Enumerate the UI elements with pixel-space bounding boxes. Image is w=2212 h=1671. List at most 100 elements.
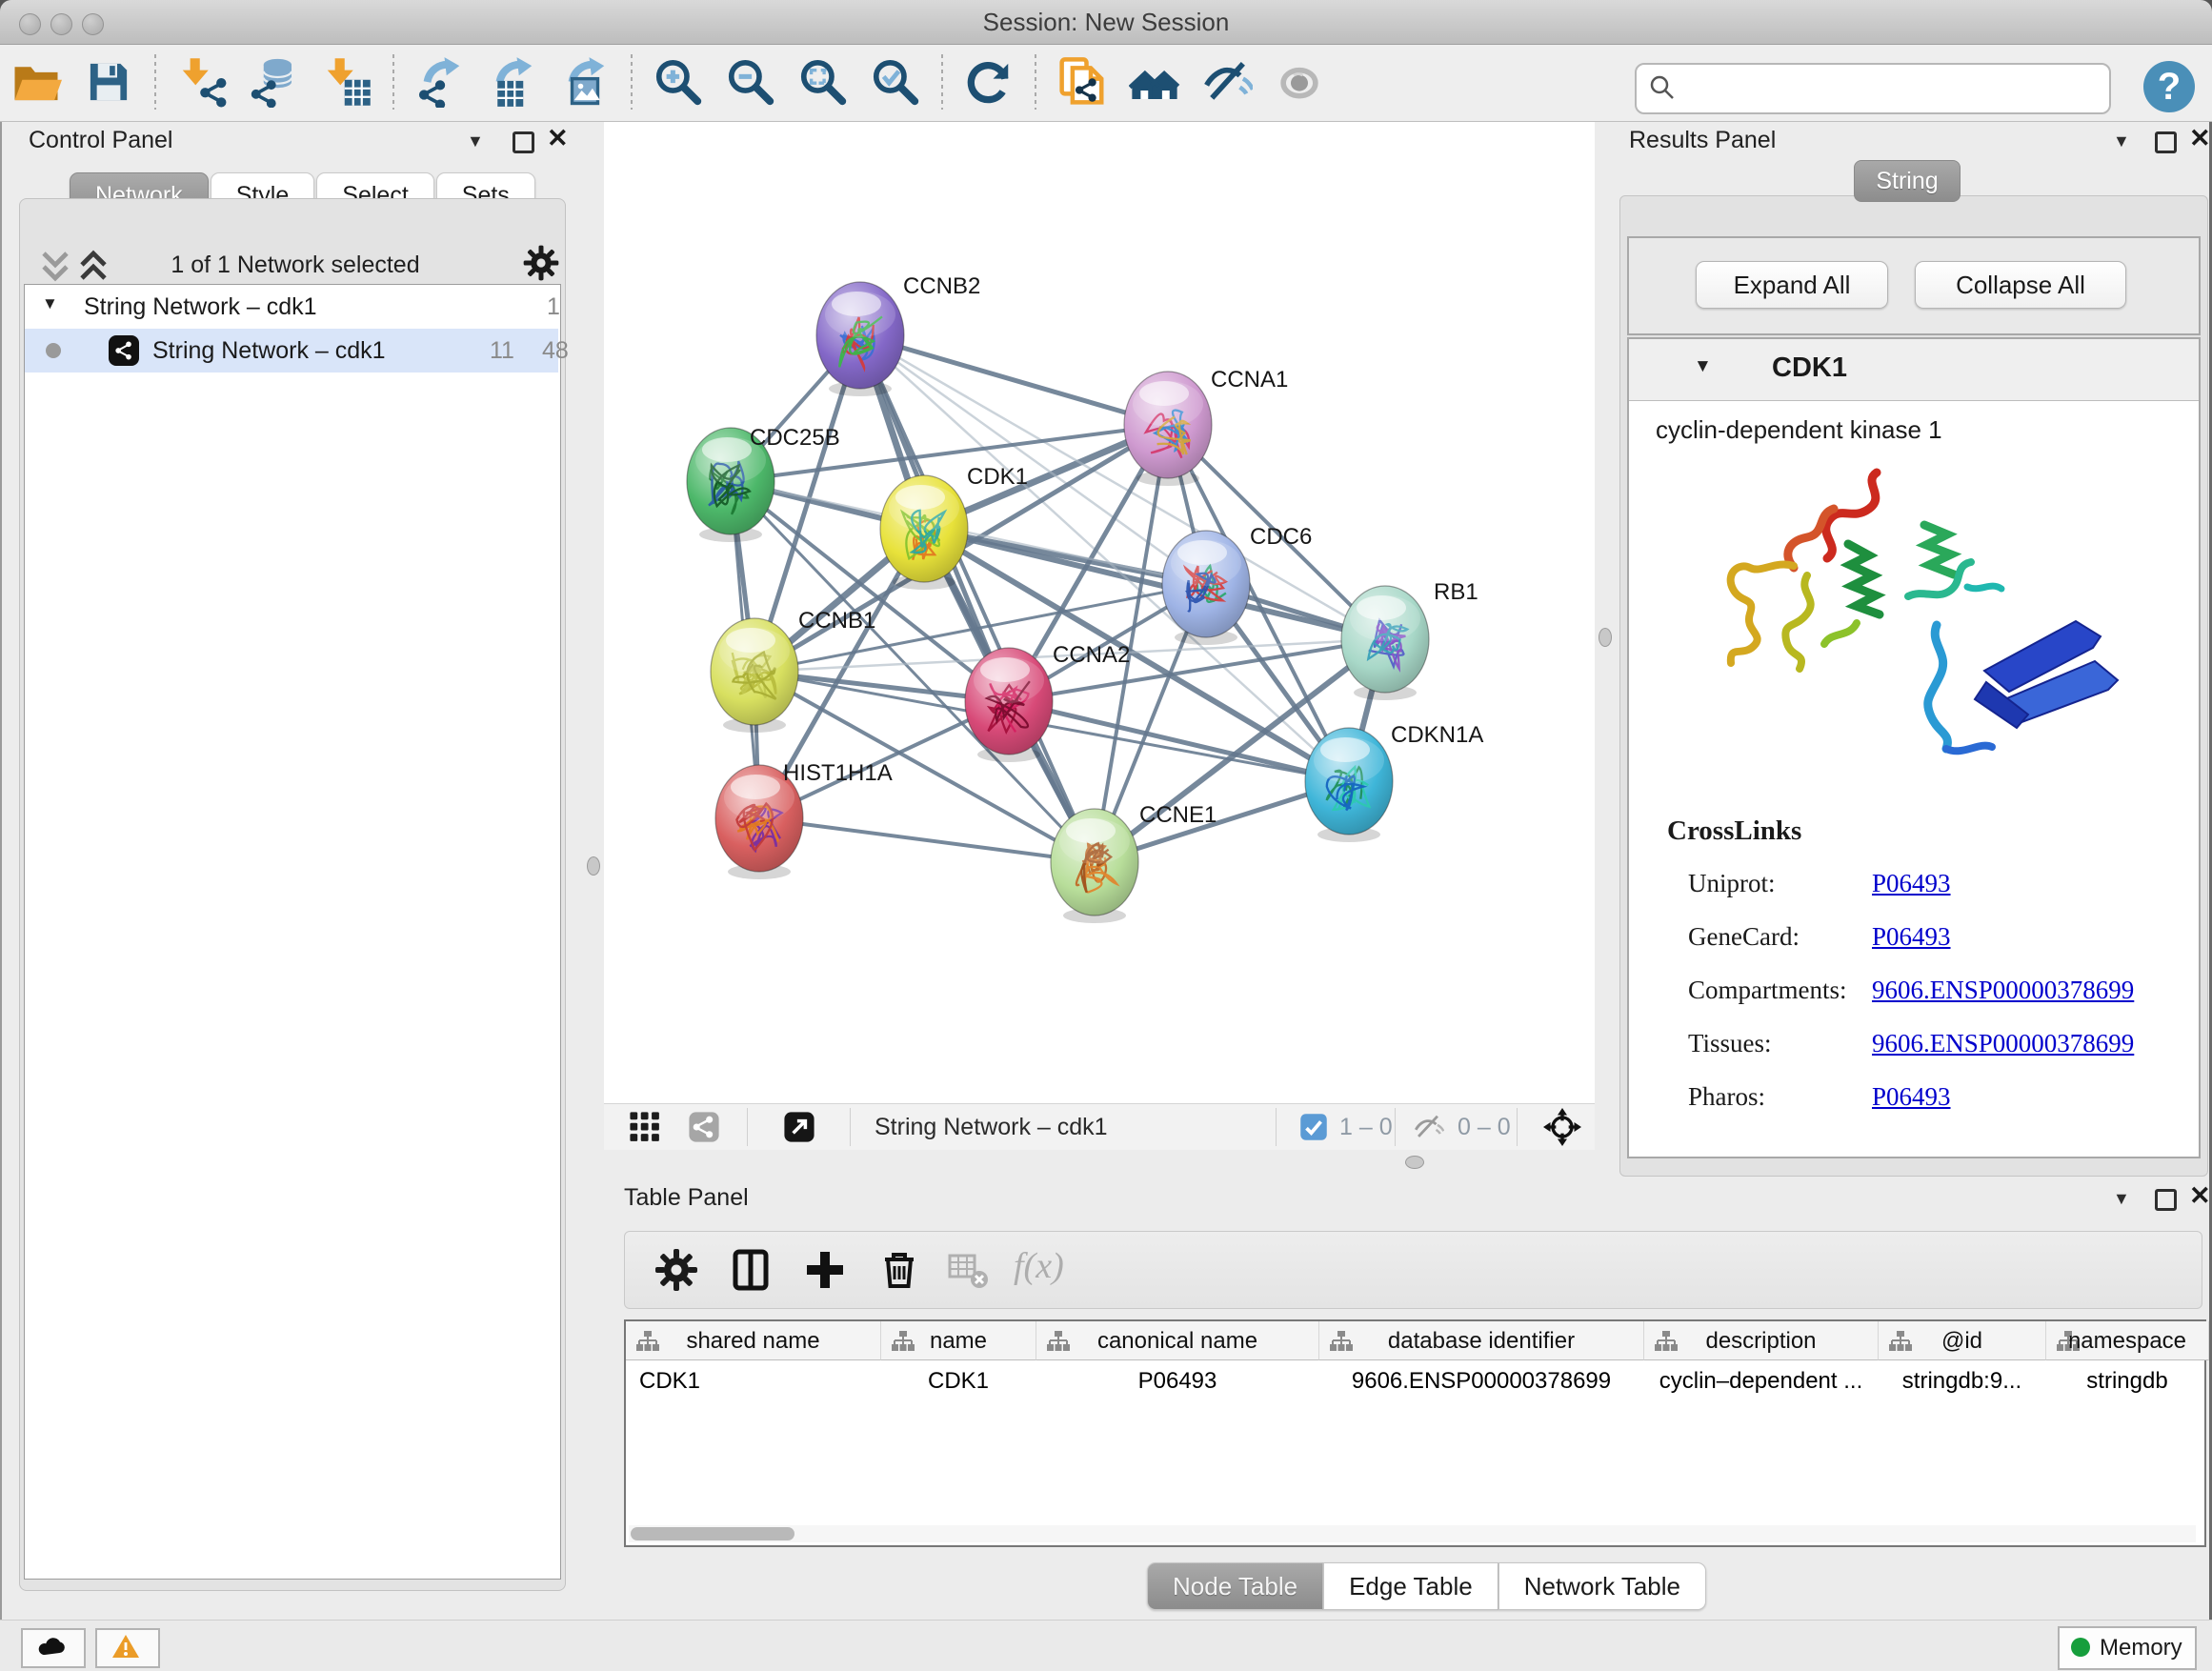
edge-ccnb2-ccna1[interactable] — [860, 335, 1168, 425]
clone-network-button[interactable] — [1051, 50, 1114, 113]
node-ccne1[interactable]: CCNE1 — [1051, 802, 1217, 923]
crosslink-link-0[interactable]: P06493 — [1872, 869, 1951, 898]
zoom-in-button[interactable] — [647, 50, 710, 113]
crosslink-link-4[interactable]: P06493 — [1872, 1082, 1951, 1112]
node-cdc25b[interactable]: CDC25B — [687, 425, 840, 542]
highlight-eye-button[interactable] — [1268, 50, 1331, 113]
node-ccna2[interactable]: CCNA2 — [965, 642, 1130, 762]
network-view-toolbar: String Network – cdk1 1 – 0 0 – 0 — [604, 1103, 1595, 1150]
function-builder-icon[interactable]: f(x) — [1014, 1245, 1064, 1287]
zoom-out-button[interactable] — [719, 50, 782, 113]
collection-expand-icon[interactable]: ▼ — [42, 294, 58, 313]
column-header-database-identifier[interactable]: database identifier — [1319, 1321, 1644, 1360]
network-options-gear-icon[interactable] — [522, 244, 560, 287]
crosslink-label-compartments: Compartments: — [1688, 976, 1846, 1005]
node-rb1[interactable]: RB1 — [1341, 579, 1478, 700]
home-view-button[interactable] — [1123, 50, 1186, 113]
bottom-splitter-handle[interactable] — [1405, 1156, 1424, 1169]
show-hide-graphics-button[interactable] — [1196, 50, 1258, 113]
network-canvas[interactable]: CCNB2CCNA1CDC25BCDK1CDC6RB1CCNB1CCNA2CDK… — [604, 122, 1595, 1103]
table-cell[interactable]: CDK1 — [881, 1360, 1036, 1410]
node-table[interactable]: shared namenamecanonical namedatabase id… — [624, 1319, 2206, 1547]
right-splitter-handle[interactable] — [1599, 628, 1612, 647]
gene-collapse-icon[interactable]: ▼ — [1694, 356, 1712, 377]
table-cell[interactable]: cyclin–dependent ... — [1644, 1360, 1878, 1410]
column-header-shared-name[interactable]: shared name — [626, 1321, 881, 1360]
warnings-button[interactable] — [95, 1628, 160, 1668]
node-cdkn1a[interactable]: CDKN1A — [1305, 722, 1483, 842]
create-column-plus-icon[interactable] — [802, 1247, 848, 1293]
expand-all-button[interactable]: Expand All — [1696, 261, 1888, 309]
export-network-button[interactable] — [409, 50, 472, 113]
refresh-view-button[interactable] — [957, 50, 1020, 113]
table-cell[interactable]: CDK1 — [626, 1360, 894, 1410]
edge-cdk1-rb1[interactable] — [924, 529, 1385, 639]
collapse-all-icon[interactable] — [40, 250, 70, 282]
edge-hist1h1a-ccne1[interactable] — [759, 818, 1095, 862]
collapse-all-button[interactable]: Collapse All — [1915, 261, 2126, 309]
control-panel-menu-icon[interactable]: ▼ — [467, 131, 484, 151]
column-header-description[interactable]: description — [1644, 1321, 1879, 1360]
network-graph[interactable]: CCNB2CCNA1CDC25BCDK1CDC6RB1CCNB1CCNA2CDK… — [604, 122, 1595, 1103]
left-splitter-handle[interactable] — [587, 856, 600, 876]
expand-all-icon[interactable] — [78, 250, 109, 282]
save-session-button[interactable] — [77, 50, 140, 113]
delete-column-trash-icon[interactable] — [876, 1247, 922, 1293]
delete-table-icon[interactable] — [945, 1247, 991, 1293]
results-panel-close-icon[interactable]: ✕ — [2189, 127, 2211, 150]
string-share-icon[interactable] — [688, 1111, 720, 1143]
control-panel-close-icon[interactable]: ✕ — [547, 127, 569, 150]
tab-string[interactable]: String — [1854, 160, 1961, 202]
search-box[interactable] — [1635, 63, 2111, 114]
export-table-button[interactable] — [481, 50, 544, 113]
tab-network-table[interactable]: Network Table — [1498, 1562, 1706, 1610]
cloud-button[interactable] — [21, 1628, 86, 1668]
open-session-button[interactable] — [5, 50, 68, 113]
table-hscroll-thumb[interactable] — [631, 1527, 794, 1540]
import-network-button[interactable] — [171, 50, 233, 113]
tab-edge-table[interactable]: Edge Table — [1323, 1562, 1498, 1610]
results-panel-menu-icon[interactable]: ▼ — [2113, 131, 2130, 151]
column-header-canonical-name[interactable]: canonical name — [1036, 1321, 1319, 1360]
edge-ccnb2-ccne1[interactable] — [860, 335, 1095, 862]
export-view-icon[interactable] — [783, 1111, 815, 1143]
column-header--id[interactable]: @id — [1879, 1321, 2046, 1360]
import-table-button[interactable] — [315, 50, 378, 113]
crosslink-link-1[interactable]: P06493 — [1872, 922, 1951, 952]
table-panel-float-icon[interactable] — [2155, 1189, 2177, 1211]
crosslink-link-2[interactable]: 9606.ENSP00000378699 — [1872, 976, 2134, 1005]
fit-content-icon[interactable] — [1543, 1108, 1581, 1146]
table-cell[interactable]: 9606.ENSP00000378699 — [1319, 1360, 1643, 1410]
node-ccna1[interactable]: CCNA1 — [1124, 367, 1288, 486]
export-image-button[interactable] — [553, 50, 616, 113]
table-settings-gear-icon[interactable] — [654, 1247, 699, 1293]
control-panel-float-icon[interactable] — [513, 131, 534, 153]
table-panel-close-icon[interactable]: ✕ — [2189, 1184, 2211, 1207]
import-database-button[interactable] — [243, 50, 306, 113]
zoom-fit-button[interactable] — [792, 50, 855, 113]
memory-button[interactable]: Memory — [2058, 1626, 2197, 1670]
table-panel-menu-icon[interactable]: ▼ — [2113, 1189, 2130, 1209]
network-row-selected[interactable]: String Network – cdk1 11 48 — [25, 329, 558, 372]
help-button[interactable]: ? — [2143, 61, 2195, 112]
tab-node-table[interactable]: Node Table — [1147, 1562, 1323, 1610]
table-hscrollbar[interactable] — [629, 1525, 2196, 1542]
table-cell[interactable]: P06493 — [1036, 1360, 1318, 1410]
show-columns-icon[interactable] — [728, 1247, 774, 1293]
table-cell[interactable]: stringdb — [2046, 1360, 2208, 1410]
selected-checkbox-icon[interactable] — [1299, 1113, 1328, 1141]
node-hist1h1a[interactable]: HIST1H1A — [715, 760, 893, 879]
column-header-namespace[interactable]: namespace — [2046, 1321, 2209, 1360]
node-ccnb2[interactable]: CCNB2 — [816, 273, 980, 396]
node-ccnb1[interactable]: CCNB1 — [711, 608, 875, 733]
column-header-name[interactable]: name — [881, 1321, 1036, 1360]
zoom-selected-button[interactable] — [864, 50, 927, 113]
search-input[interactable] — [1684, 69, 2098, 107]
table-cell[interactable]: stringdb:9... — [1879, 1360, 2045, 1410]
birdseye-view-icon[interactable] — [629, 1111, 661, 1143]
hidden-eye-icon[interactable] — [1412, 1111, 1444, 1143]
results-panel-float-icon[interactable] — [2155, 131, 2177, 153]
network-collection-row[interactable]: ▼ String Network – cdk1 1 — [25, 285, 558, 329]
crosslink-link-3[interactable]: 9606.ENSP00000378699 — [1872, 1029, 2134, 1058]
gene-card-header[interactable]: ▼ CDK1 — [1629, 339, 2199, 401]
